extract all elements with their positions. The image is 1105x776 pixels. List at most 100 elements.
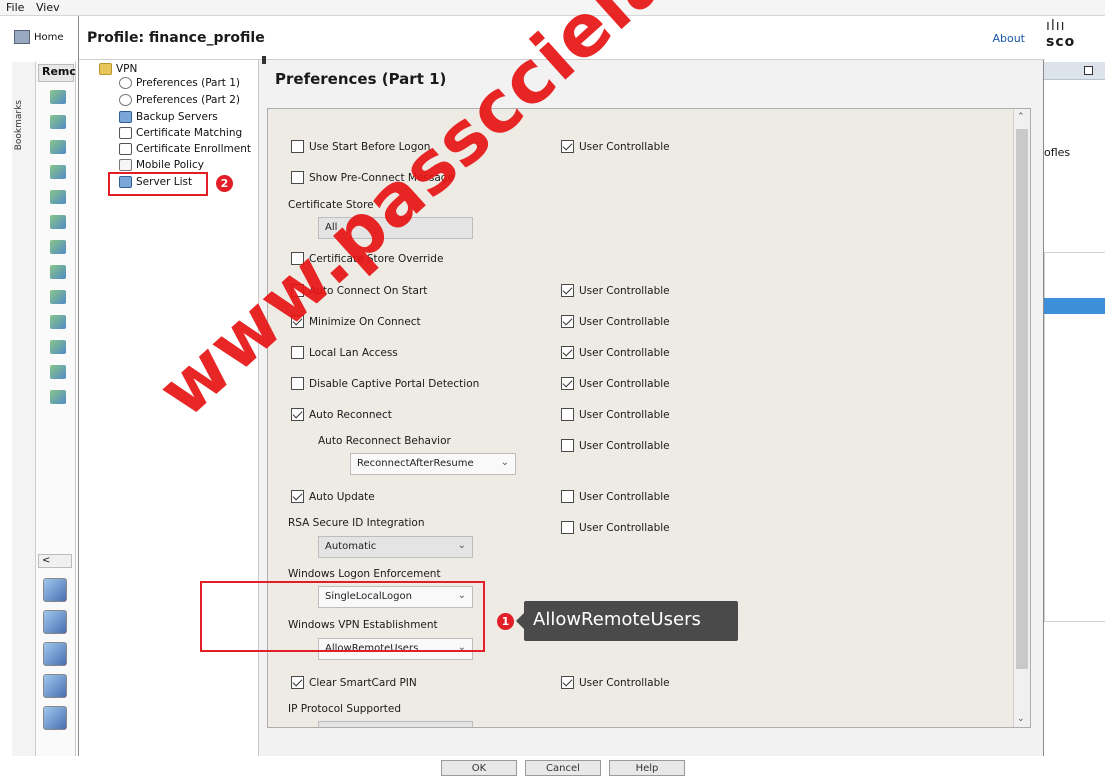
ok-button[interactable]: OK	[441, 760, 517, 776]
checkbox-box[interactable]	[561, 676, 574, 689]
cancel-button[interactable]: Cancel	[525, 760, 601, 776]
checkbox-box[interactable]	[291, 252, 304, 265]
cisco-wordmark: sco	[1046, 34, 1076, 50]
show-preconnect-message-checkbox[interactable]: Show Pre-Connect Message	[291, 171, 454, 184]
tool-icon[interactable]	[43, 642, 67, 666]
tool-icon[interactable]	[43, 674, 67, 698]
checkbox-box[interactable]	[561, 439, 574, 452]
checkbox-label: User Controllable	[579, 676, 670, 689]
checkbox-label: User Controllable	[579, 315, 670, 328]
scroll-thumb[interactable]	[1016, 129, 1028, 669]
background-right-panel: ofles	[1044, 16, 1105, 756]
checkbox-label: Auto Update	[309, 490, 375, 503]
disable-captive-portal-checkbox[interactable]: Disable Captive Portal Detection	[291, 377, 479, 390]
checkbox-box[interactable]	[291, 171, 304, 184]
user-controllable-checkbox-rsa[interactable]: User Controllable	[561, 521, 670, 534]
help-button[interactable]: Help	[609, 760, 685, 776]
splitter-handle[interactable]	[262, 56, 266, 64]
local-lan-access-checkbox[interactable]: Local Lan Access	[291, 346, 398, 359]
clear-smartcard-pin-checkbox[interactable]: Clear SmartCard PIN	[291, 676, 417, 689]
chevron-down-icon: ⌄	[457, 540, 466, 551]
use-start-before-logon-checkbox[interactable]: Use Start Before Logon	[291, 140, 430, 153]
user-controllable-checkbox-autoconnect[interactable]: User Controllable	[561, 284, 670, 297]
user-controllable-checkbox-reconnect[interactable]: User Controllable	[561, 408, 670, 421]
auto-update-checkbox[interactable]: Auto Update	[291, 490, 375, 503]
scroll-left-button[interactable]: <	[38, 554, 72, 568]
user-controllable-checkbox-lan[interactable]: User Controllable	[561, 346, 670, 359]
tool-icon[interactable]	[43, 706, 67, 730]
user-controllable-checkbox-smartcard[interactable]: User Controllable	[561, 676, 670, 689]
user-controllable-checkbox-update[interactable]: User Controllable	[561, 490, 670, 503]
checkbox-box[interactable]	[561, 521, 574, 534]
tool-icon[interactable]	[43, 578, 67, 602]
rsa-secure-id-label: RSA Secure ID Integration	[288, 517, 425, 529]
scroll-down-icon[interactable]: ⌄	[1017, 714, 1025, 724]
tree-item-certificate-matching[interactable]: Certificate Matching	[119, 127, 242, 139]
dialog-title: Profile: finance_profile	[87, 30, 265, 46]
scroll-up-icon[interactable]: ⌃	[1017, 112, 1025, 122]
user-controllable-checkbox-minimize[interactable]: User Controllable	[561, 315, 670, 328]
bookmarks-tab[interactable]: Bookmarks	[14, 100, 24, 150]
checkbox-box[interactable]	[291, 346, 304, 359]
left-strip	[12, 62, 36, 756]
home-icon	[14, 30, 30, 44]
checkbox-box[interactable]	[561, 140, 574, 153]
user-controllable-checkbox-captive[interactable]: User Controllable	[561, 377, 670, 390]
tree-item-certificate-enrollment[interactable]: Certificate Enrollment	[119, 143, 251, 155]
dropdown-value: ReconnectAfterResume	[357, 458, 474, 469]
tool-icon[interactable]	[43, 610, 67, 634]
checkbox-label: User Controllable	[579, 521, 670, 534]
tree-item-vpn[interactable]: VPN	[99, 63, 137, 75]
checkbox-box[interactable]	[291, 140, 304, 153]
checkbox-box[interactable]	[291, 315, 304, 328]
user-controllable-checkbox-reconnect-behavior[interactable]: User Controllable	[561, 439, 670, 452]
about-link[interactable]: About	[992, 32, 1025, 45]
checkbox-box[interactable]	[561, 490, 574, 503]
checkbox-box[interactable]	[291, 408, 304, 421]
server-list-highlight	[108, 172, 208, 196]
tree-item-preferences-1[interactable]: Preferences (Part 1)	[119, 77, 240, 89]
rsa-secure-id-dropdown[interactable]: Automatic ⌄	[318, 536, 473, 558]
checkbox-label: Disable Captive Portal Detection	[309, 377, 480, 390]
checkbox-box[interactable]	[291, 676, 304, 689]
checkbox-label: Use Start Before Logon	[309, 140, 431, 153]
right-text: ofles	[1044, 146, 1071, 159]
tree-item-backup-servers[interactable]: Backup Servers	[119, 111, 218, 123]
checkbox-box[interactable]	[561, 377, 574, 390]
tree-label: Preferences (Part 2)	[136, 94, 241, 106]
form-vertical-scrollbar[interactable]: ⌃ ⌄	[1013, 109, 1030, 727]
windows-logon-enforcement-label: Windows Logon Enforcement	[288, 568, 441, 580]
tree-item-preferences-2[interactable]: Preferences (Part 2)	[119, 94, 240, 106]
dropdown-value: Automatic	[325, 541, 377, 552]
home-button[interactable]: Home	[14, 30, 64, 44]
ip-protocol-supported-dropdown[interactable]	[318, 721, 473, 727]
checkbox-box[interactable]	[561, 408, 574, 421]
minimize-on-connect-checkbox[interactable]: Minimize On Connect	[291, 315, 421, 328]
right-selected-row[interactable]	[1044, 298, 1105, 314]
background-tab[interactable]: Remc	[38, 64, 76, 82]
tree-item-mobile-policy[interactable]: Mobile Policy	[119, 159, 204, 171]
callout-arrow	[516, 613, 524, 629]
content-title: Preferences (Part 1)	[275, 70, 447, 88]
user-controllable-checkbox-sbl[interactable]: User Controllable	[561, 140, 670, 153]
checkbox-box[interactable]	[291, 490, 304, 503]
menu-bar: File Viev	[0, 0, 1105, 16]
background-toolbar-icons	[38, 578, 72, 738]
background-tree-icons	[42, 90, 72, 470]
certificate-store-override-checkbox[interactable]: Certificate Store Override	[291, 252, 443, 265]
menu-view[interactable]: Viev	[36, 1, 60, 14]
menu-file[interactable]: File	[6, 1, 24, 14]
auto-reconnect-checkbox[interactable]: Auto Reconnect	[291, 408, 392, 421]
auto-connect-on-start-checkbox[interactable]: Auto Connect On Start	[291, 284, 427, 297]
checkbox-box[interactable]	[561, 346, 574, 359]
step-badge-1: 1	[497, 613, 514, 630]
step-badge-2: 2	[216, 175, 233, 192]
checkbox-box[interactable]	[291, 284, 304, 297]
maximize-icon[interactable]	[1084, 66, 1093, 75]
checkbox-label: Show Pre-Connect Message	[309, 171, 454, 184]
checkbox-box[interactable]	[561, 315, 574, 328]
checkbox-box[interactable]	[291, 377, 304, 390]
auto-reconnect-behavior-dropdown[interactable]: ReconnectAfterResume ⌄	[350, 453, 516, 475]
checkbox-box[interactable]	[561, 284, 574, 297]
certificate-store-dropdown[interactable]: All	[318, 217, 473, 239]
